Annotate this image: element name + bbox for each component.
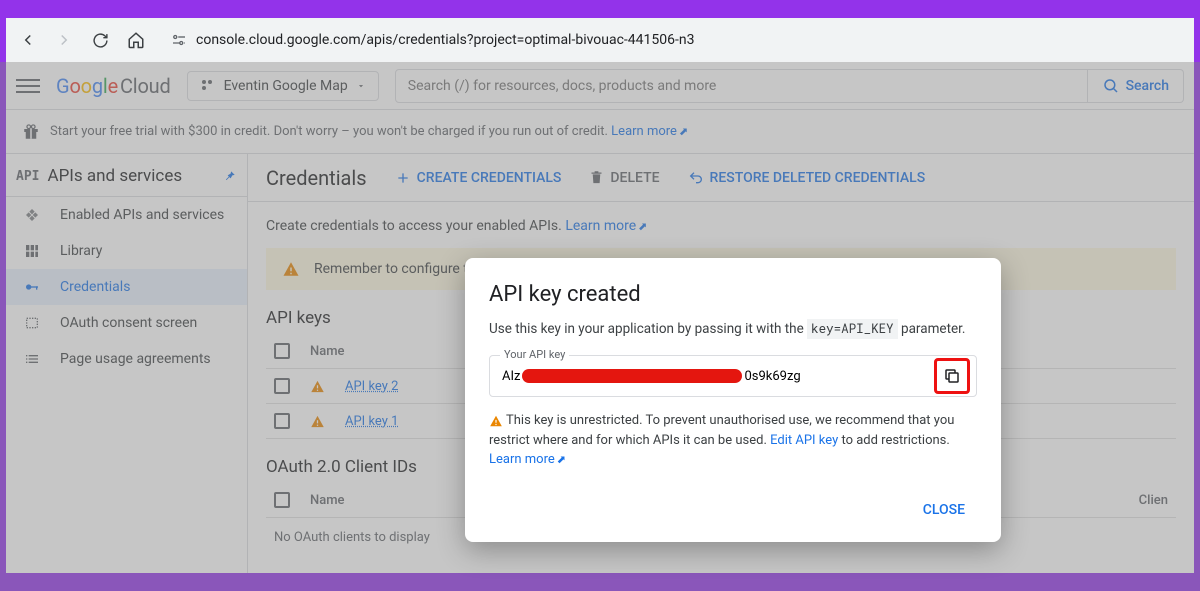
checkbox-all[interactable] [274,343,290,359]
sidebar-item-credentials[interactable]: Credentials [6,269,247,305]
search-button[interactable]: Search [1088,69,1184,103]
create-credentials-label: CREATE CREDENTIALS [417,170,562,186]
warning-icon [489,413,503,428]
app-header: GoogleCloud Eventin Google Map Search [6,62,1194,110]
chevron-down-icon [356,81,366,91]
modal-title: API key created [489,282,977,307]
sidebar-item-enabled-apis[interactable]: Enabled APIs and services [6,197,247,233]
sidebar-item-label: Enabled APIs and services [60,207,224,223]
trash-icon [589,170,604,185]
redacted-segment [522,369,742,383]
warning-icon [310,379,325,394]
key-icon [22,279,42,295]
browser-toolbar: console.cloud.google.com/apis/credential… [6,18,1194,62]
create-credentials-button[interactable]: CREATE CREDENTIALS [395,170,562,186]
copy-icon [943,367,961,385]
checkbox[interactable] [274,378,290,394]
plus-icon [395,170,411,186]
grid-icon [22,243,42,259]
search-icon [1102,77,1120,95]
project-picker[interactable]: Eventin Google Map [187,71,379,101]
forward-button[interactable] [54,30,74,50]
external-link-icon: ⬈ [638,220,647,233]
modal-actions: CLOSE [489,494,977,526]
consent-icon [22,315,42,331]
sidebar-item-label: Library [60,243,102,259]
sidebar-item-label: Credentials [60,279,130,295]
promo-banner: Start your free trial with $300 in credi… [6,110,1194,154]
project-name: Eventin Google Map [224,78,348,94]
gift-icon [22,123,40,141]
url-bar[interactable]: console.cloud.google.com/apis/credential… [162,31,1182,49]
sidebar-item-oauth[interactable]: OAuth consent screen [6,305,247,341]
menu-button[interactable] [16,74,40,98]
sidebar-title-row: API APIs and services [6,156,247,197]
col-name: Name [310,344,345,359]
reload-button[interactable] [90,30,110,50]
learn-more-link[interactable]: Learn more⬈ [489,452,566,467]
search-input[interactable] [395,69,1088,103]
edit-api-key-link[interactable]: Edit API key [770,433,838,448]
warning-icon [310,414,325,429]
checkbox-all-oauth[interactable] [274,492,290,508]
delete-label: DELETE [610,170,659,186]
restore-label: RESTORE DELETED CREDENTIALS [710,170,926,186]
api-key-value[interactable]: AIz0s9k69zg [490,359,934,394]
intro-text: Create credentials to access your enable… [266,218,1176,234]
restore-button[interactable]: RESTORE DELETED CREDENTIALS [688,170,926,186]
api-key-field: Your API key AIz0s9k69zg [489,355,977,397]
modal-code: key=API_KEY [807,319,898,339]
col-name: Name [310,493,345,508]
api-badge: API [16,169,39,184]
delete-button[interactable]: DELETE [589,170,659,186]
modal-description: Use this key in your application by pass… [489,321,977,337]
api-key-label: Your API key [500,348,569,361]
pin-icon[interactable] [223,169,237,183]
close-button[interactable]: CLOSE [911,494,977,526]
project-dots-icon [200,78,216,94]
page-title: Credentials [266,166,367,190]
url-text: console.cloud.google.com/apis/credential… [196,32,694,48]
api-key-link[interactable]: API key 2 [345,379,398,394]
modal-warning: This key is unrestricted. To prevent una… [489,411,977,470]
external-link-icon: ⬈ [557,453,566,466]
api-key-created-modal: API key created Use this key in your app… [465,258,1001,542]
sidebar-item-library[interactable]: Library [6,233,247,269]
diamond-icon [22,207,42,223]
sidebar-item-label: Page usage agreements [60,351,211,367]
sidebar-title: APIs and services [47,166,182,186]
intro-learn-more-link[interactable]: Learn more⬈ [565,218,647,234]
sidebar-item-agreements[interactable]: Page usage agreements [6,341,247,377]
col-client: Clien [1139,493,1168,508]
sidebar-item-label: OAuth consent screen [60,315,197,331]
promo-link[interactable]: Learn more⬈ [611,124,688,139]
site-settings-icon[interactable] [170,31,188,49]
content-header: Credentials CREATE CREDENTIALS DELETE RE… [248,154,1194,202]
home-button[interactable] [126,30,146,50]
external-link-icon: ⬈ [679,125,688,138]
google-cloud-logo[interactable]: GoogleCloud [56,74,171,98]
undo-icon [688,170,704,186]
warning-icon [282,260,300,278]
search-button-label: Search [1126,78,1169,94]
list-check-icon [22,351,42,367]
warning-text: Remember to configure t [314,261,468,277]
checkbox[interactable] [274,413,290,429]
api-key-link[interactable]: API key 1 [345,414,398,429]
copy-button[interactable] [934,358,970,394]
promo-text: Start your free trial with $300 in credi… [50,124,611,139]
search-container: Search [395,69,1184,103]
back-button[interactable] [18,30,38,50]
sidebar: API APIs and services Enabled APIs and s… [6,154,248,573]
